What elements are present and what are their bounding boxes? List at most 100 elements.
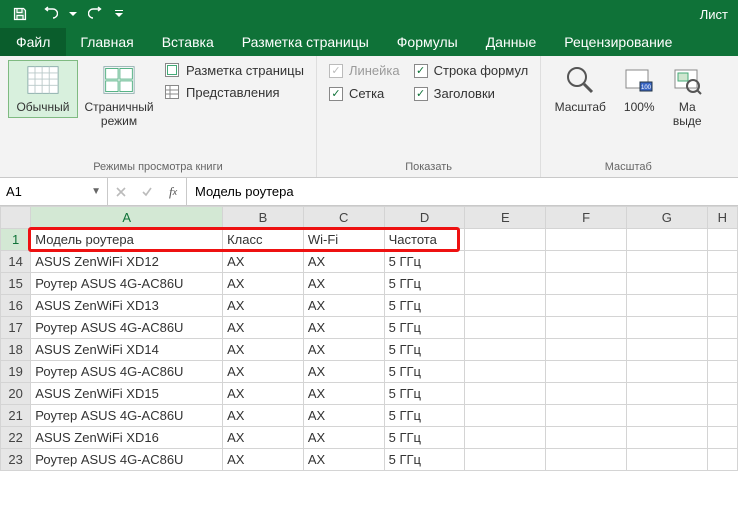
cell[interactable]: AX [303, 427, 384, 449]
cell[interactable]: 5 ГГц [384, 295, 465, 317]
cell[interactable] [626, 295, 707, 317]
cell[interactable]: 5 ГГц [384, 251, 465, 273]
cell[interactable]: ASUS ZenWiFi XD12 [31, 251, 223, 273]
row-header[interactable]: 14 [1, 251, 31, 273]
cell[interactable] [707, 229, 737, 251]
cell[interactable]: AX [223, 383, 304, 405]
cell[interactable] [546, 295, 627, 317]
cell[interactable] [546, 383, 627, 405]
tab-file[interactable]: Файл [0, 28, 66, 56]
cell[interactable]: 5 ГГц [384, 427, 465, 449]
cell[interactable] [707, 339, 737, 361]
row-header[interactable]: 1 [1, 229, 31, 251]
cell[interactable]: 5 ГГц [384, 317, 465, 339]
cell[interactable] [546, 449, 627, 471]
select-all-corner[interactable] [1, 207, 31, 229]
row-header[interactable]: 21 [1, 405, 31, 427]
cell[interactable]: Wi-Fi [303, 229, 384, 251]
column-header[interactable]: F [546, 207, 627, 229]
cell[interactable] [707, 251, 737, 273]
spreadsheet[interactable]: ABCDEFGH 1Модель роутераКлассWi-FiЧастот… [0, 206, 738, 471]
cell[interactable] [465, 339, 546, 361]
save-button[interactable] [6, 2, 34, 26]
cell[interactable]: ASUS ZenWiFi XD15 [31, 383, 223, 405]
cell[interactable]: AX [223, 295, 304, 317]
redo-button[interactable] [82, 2, 110, 26]
column-header[interactable]: C [303, 207, 384, 229]
cell[interactable]: 5 ГГц [384, 339, 465, 361]
cell[interactable] [465, 361, 546, 383]
cell[interactable] [546, 251, 627, 273]
cell[interactable]: AX [223, 449, 304, 471]
row-header[interactable]: 15 [1, 273, 31, 295]
row-header[interactable]: 18 [1, 339, 31, 361]
cell[interactable] [707, 317, 737, 339]
cell[interactable]: Роутер ASUS 4G-AC86U [31, 317, 223, 339]
cancel-formula-button[interactable] [108, 178, 134, 205]
cell[interactable] [626, 229, 707, 251]
cell[interactable] [707, 383, 737, 405]
cell[interactable] [707, 361, 737, 383]
cell[interactable] [465, 405, 546, 427]
cell[interactable]: AX [223, 361, 304, 383]
gridlines-checkbox-row[interactable]: ✓ Сетка [325, 83, 404, 104]
row-header[interactable]: 19 [1, 361, 31, 383]
cell[interactable]: AX [303, 361, 384, 383]
cell[interactable] [707, 273, 737, 295]
cell[interactable] [546, 427, 627, 449]
cell[interactable]: ASUS ZenWiFi XD13 [31, 295, 223, 317]
cell[interactable] [546, 339, 627, 361]
cell[interactable]: 5 ГГц [384, 449, 465, 471]
view-page-break-button[interactable]: Страничный режим [84, 60, 154, 133]
row-header[interactable]: 22 [1, 427, 31, 449]
cell[interactable]: Класс [223, 229, 304, 251]
formula-bar-checkbox[interactable]: ✓ [414, 64, 428, 78]
cell[interactable]: Роутер ASUS 4G-AC86U [31, 273, 223, 295]
cell[interactable]: AX [223, 339, 304, 361]
column-header[interactable]: E [465, 207, 546, 229]
enter-formula-button[interactable] [134, 178, 160, 205]
cell[interactable] [626, 449, 707, 471]
cell[interactable]: Частота [384, 229, 465, 251]
cell[interactable] [465, 295, 546, 317]
cell[interactable]: AX [303, 339, 384, 361]
cell[interactable] [465, 427, 546, 449]
cell[interactable] [707, 295, 737, 317]
tab-review[interactable]: Рецензирование [550, 28, 686, 56]
name-box-dropdown-icon[interactable]: ▼ [91, 186, 101, 197]
cell[interactable]: AX [223, 251, 304, 273]
cell[interactable] [465, 449, 546, 471]
cell[interactable] [707, 449, 737, 471]
cell[interactable] [707, 405, 737, 427]
cell[interactable]: 5 ГГц [384, 361, 465, 383]
cell[interactable] [626, 339, 707, 361]
column-header[interactable]: D [384, 207, 465, 229]
undo-dropdown[interactable] [66, 2, 80, 26]
cell[interactable]: ASUS ZenWiFi XD14 [31, 339, 223, 361]
row-header[interactable]: 17 [1, 317, 31, 339]
cell[interactable]: AX [303, 295, 384, 317]
cell[interactable] [626, 273, 707, 295]
cell[interactable]: Роутер ASUS 4G-AC86U [31, 405, 223, 427]
cell[interactable] [546, 361, 627, 383]
cell[interactable]: AX [303, 317, 384, 339]
row-header[interactable]: 23 [1, 449, 31, 471]
view-page-layout-button[interactable]: Разметка страницы [160, 60, 308, 80]
cell[interactable] [546, 229, 627, 251]
gridlines-checkbox[interactable]: ✓ [329, 87, 343, 101]
tab-data[interactable]: Данные [472, 28, 551, 56]
cell[interactable] [626, 361, 707, 383]
view-normal-button[interactable]: Обычный [8, 60, 78, 118]
cell[interactable] [626, 427, 707, 449]
cell[interactable]: AX [303, 273, 384, 295]
cell[interactable]: Роутер ASUS 4G-AC86U [31, 449, 223, 471]
cell[interactable] [465, 273, 546, 295]
column-header[interactable]: A [31, 207, 223, 229]
headings-checkbox[interactable]: ✓ [414, 87, 428, 101]
formula-bar-checkbox-row[interactable]: ✓ Строка формул [410, 60, 533, 81]
column-header[interactable]: G [626, 207, 707, 229]
cell[interactable] [546, 317, 627, 339]
cell[interactable] [465, 383, 546, 405]
row-header[interactable]: 20 [1, 383, 31, 405]
cell[interactable] [465, 251, 546, 273]
